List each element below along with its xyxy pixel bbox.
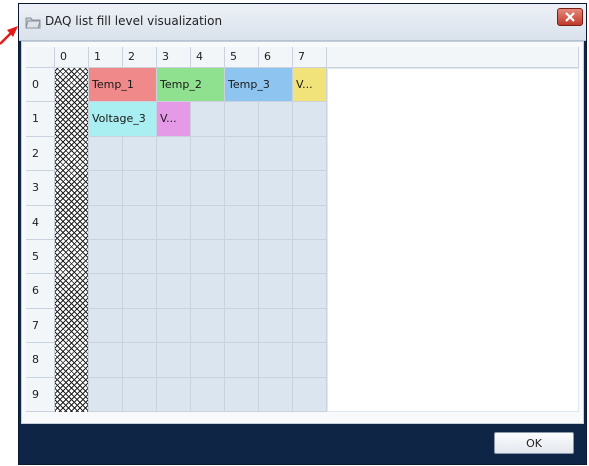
close-button[interactable]: [557, 8, 583, 26]
column-header: 6: [259, 47, 293, 68]
grid-cell: [225, 171, 259, 206]
grid-cell: [259, 205, 293, 240]
grid-cell: [89, 308, 123, 344]
grid-cell: [191, 377, 225, 412]
grid-cell: [225, 377, 259, 412]
row-header: 1: [26, 102, 55, 137]
column-header: 4: [191, 47, 225, 68]
grid-cell: [293, 240, 327, 275]
row-header: 2: [26, 136, 55, 172]
grid-cell: [157, 136, 191, 172]
grid-cell: [123, 240, 157, 275]
grid-cell: [157, 240, 191, 275]
grid-cell: [225, 308, 259, 344]
column-header-filler: [327, 47, 579, 68]
dialog-window: DAQ list fill level visualization 012345…: [18, 3, 587, 465]
signal-block[interactable]: Temp_3: [225, 68, 293, 103]
row-header: 7: [26, 308, 55, 344]
signal-block[interactable]: V...: [157, 102, 191, 137]
row-header: 3: [26, 171, 55, 206]
grid-cell: [123, 171, 157, 206]
grid-cell: [157, 205, 191, 240]
grid-cell: [293, 308, 327, 344]
grid-cell: [191, 205, 225, 240]
column-header: 5: [225, 47, 259, 68]
grid-cell: [259, 377, 293, 412]
column-header: 7: [293, 47, 327, 68]
reserved-column-hatch: [55, 68, 89, 412]
grid-cell: [123, 274, 157, 309]
content-area: 0 1 2 3 4 5 6 7 0 1 2 3 4 5 6 7 8 9 Temp_1 Temp_2 Temp_3 V...…: [21, 41, 584, 424]
grid-cell: [123, 308, 157, 344]
grid-cell: [259, 102, 293, 137]
grid-corner-cell: [26, 47, 55, 68]
row-header: 5: [26, 240, 55, 275]
grid-cell: [259, 136, 293, 172]
row-header: 4: [26, 205, 55, 240]
grid-cell: [225, 274, 259, 309]
window-title: DAQ list fill level visualization: [45, 14, 223, 28]
row-header: 8: [26, 343, 55, 378]
grid-cell: [259, 274, 293, 309]
grid-cell: [293, 171, 327, 206]
grid-cell: [123, 377, 157, 412]
grid-cell: [293, 377, 327, 412]
grid-cell: [191, 240, 225, 275]
close-icon: [565, 12, 575, 22]
grid-cell: [191, 343, 225, 378]
row-header: 6: [26, 274, 55, 309]
row-header: 9: [26, 377, 55, 412]
title-bar: DAQ list fill level visualization: [19, 4, 586, 41]
grid-cell: [259, 308, 293, 344]
signal-block[interactable]: Temp_2: [157, 68, 225, 103]
signal-block[interactable]: Temp_1: [89, 68, 157, 103]
grid-cell: [89, 136, 123, 172]
grid-cell: [225, 343, 259, 378]
grid-cell: [293, 102, 327, 137]
signal-block[interactable]: V...: [293, 68, 327, 103]
column-header: 3: [157, 47, 191, 68]
grid-cell: [259, 171, 293, 206]
grid-cell: [157, 308, 191, 344]
grid-cell: [225, 102, 259, 137]
grid-cell: [225, 136, 259, 172]
grid-cell: [191, 171, 225, 206]
row-header: 0: [26, 68, 55, 103]
grid-cell: [123, 136, 157, 172]
grid-cell: [89, 274, 123, 309]
grid-cell: [89, 377, 123, 412]
grid-cell: [225, 240, 259, 275]
column-header: 2: [123, 47, 157, 68]
grid-cell: [89, 240, 123, 275]
grid-cell: [157, 377, 191, 412]
grid-cell: [191, 308, 225, 344]
grid-cell: [89, 205, 123, 240]
grid-cell: [293, 136, 327, 172]
grid-cell: [123, 205, 157, 240]
unused-area: [327, 68, 579, 412]
grid-cell: [157, 171, 191, 206]
grid-cell: [191, 102, 225, 137]
grid-cell: [157, 343, 191, 378]
grid-cell: [259, 343, 293, 378]
signal-block[interactable]: Voltage_3: [89, 102, 157, 137]
grid-cell: [293, 343, 327, 378]
ok-button[interactable]: OK: [494, 432, 574, 454]
grid-cell: [89, 343, 123, 378]
grid-cell: [123, 343, 157, 378]
grid-cell: [293, 274, 327, 309]
grid-cell: [157, 274, 191, 309]
grid-cell: [259, 240, 293, 275]
column-header: 1: [89, 47, 123, 68]
grid-cell: [191, 136, 225, 172]
folder-icon: [25, 17, 41, 29]
grid-cell: [293, 205, 327, 240]
grid-cell: [225, 205, 259, 240]
grid-cell: [191, 274, 225, 309]
grid-cell: [89, 171, 123, 206]
column-header: 0: [55, 47, 89, 68]
